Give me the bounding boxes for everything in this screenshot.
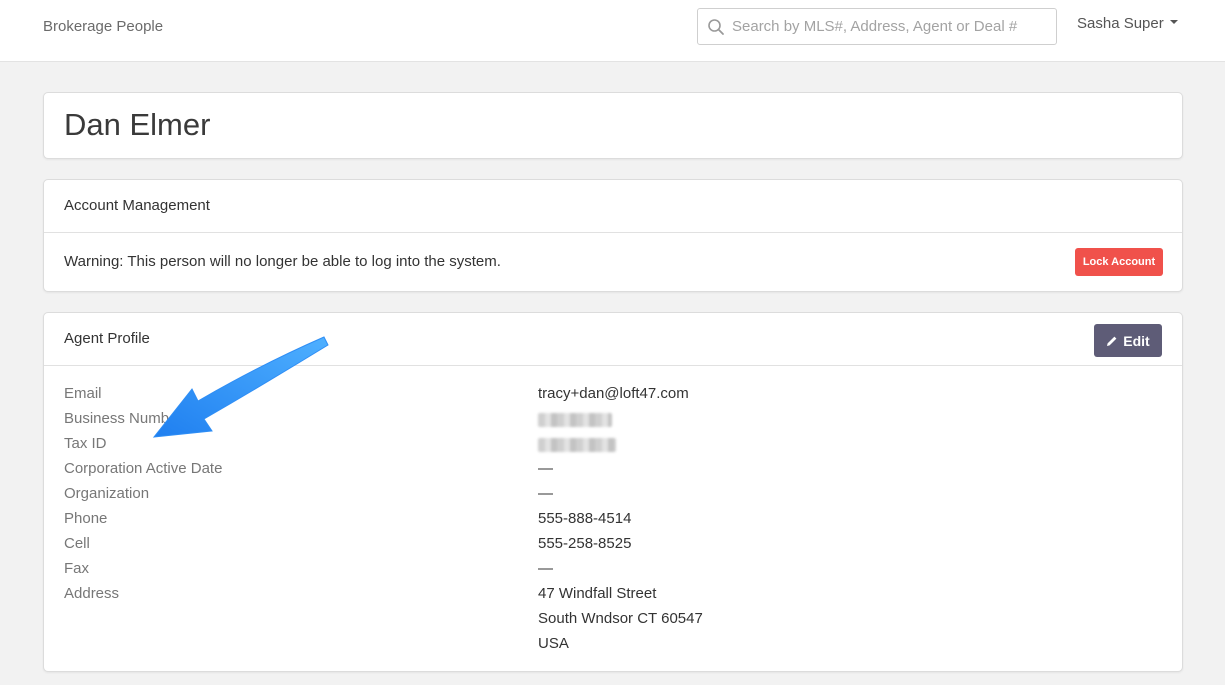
phone-label: Phone [64, 510, 108, 527]
agent-profile-title: Agent Profile [64, 330, 150, 347]
account-management-header: Account Management [44, 180, 1182, 233]
top-navbar: Brokerage People Sasha Super [0, 0, 1225, 62]
cell-label: Cell [64, 535, 90, 552]
pencil-icon [1107, 336, 1117, 346]
lock-warning-text: Warning: This person will no longer be a… [64, 253, 501, 270]
user-name: Sasha Super [1077, 15, 1164, 32]
fax-value: — [538, 560, 553, 577]
edit-profile-button[interactable]: Edit [1094, 324, 1162, 357]
corporation-active-date-label: Corporation Active Date [64, 460, 223, 477]
account-management-card: Account Management Warning: This person … [43, 179, 1183, 292]
email-label: Email [64, 385, 102, 402]
organization-value: — [538, 485, 553, 502]
address-line-1: 47 Windfall Street [538, 585, 657, 602]
phone-value: 555-888-4514 [538, 510, 632, 527]
address-label: Address [64, 585, 120, 602]
corporation-active-date-value: — [538, 460, 553, 477]
search-box[interactable] [697, 8, 1057, 45]
fax-label: Fax [64, 560, 90, 577]
annotation-arrow-icon [152, 336, 329, 438]
search-icon [708, 19, 724, 35]
person-header-card: Dan Elmer [43, 92, 1183, 159]
email-value: tracy+dan@loft47.com [538, 385, 689, 402]
business-number-value-redacted [538, 413, 612, 427]
cell-value: 555-258-8525 [538, 535, 632, 552]
edit-button-label: Edit [1123, 332, 1150, 349]
organization-label: Organization [64, 485, 150, 502]
page-title: Dan Elmer [64, 107, 211, 142]
search-input[interactable] [732, 9, 1050, 44]
account-management-title: Account Management [64, 197, 210, 214]
address-line-3: USA [538, 635, 569, 652]
lock-account-button[interactable]: Lock Account [1075, 248, 1163, 276]
brand-link[interactable]: Brokerage People [43, 18, 163, 35]
tax-id-label: Tax ID [64, 435, 107, 452]
user-menu[interactable]: Sasha Super [1077, 15, 1178, 32]
address-line-2: South Wndsor CT 60547 [538, 610, 703, 627]
chevron-down-icon [1169, 20, 1178, 25]
tax-id-value-redacted [538, 438, 616, 452]
